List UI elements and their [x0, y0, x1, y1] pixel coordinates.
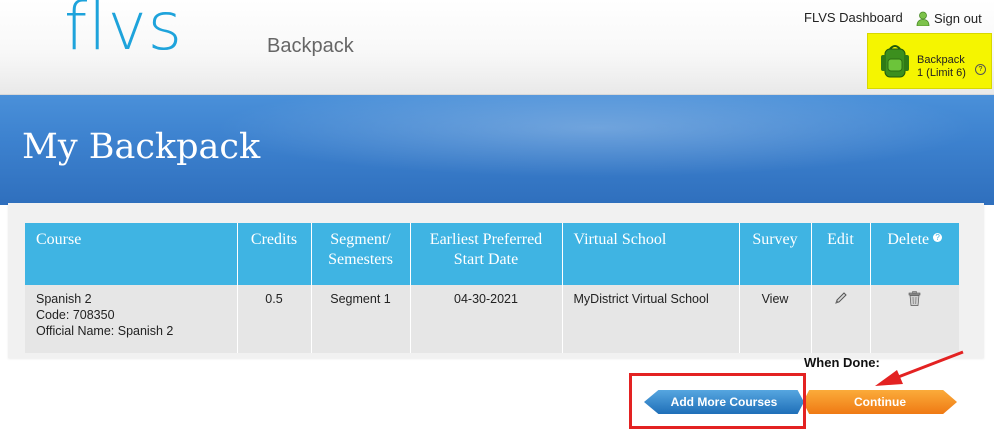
pencil-icon[interactable] — [834, 291, 848, 309]
page-banner: My Backpack — [0, 95, 994, 205]
backpack-widget[interactable]: Backpack 1 (Limit 6) ? — [867, 33, 992, 89]
course-official-name: Official Name: Spanish 2 — [36, 323, 229, 339]
course-code: Code: 708350 — [36, 307, 229, 323]
flvs-logo[interactable]: flvs — [64, 0, 183, 60]
column-header-survey: Survey — [739, 223, 811, 285]
backpack-widget-title: Backpack — [917, 54, 966, 67]
start-date-cell: 04-30-2021 — [410, 285, 562, 353]
trash-icon[interactable] — [908, 291, 921, 310]
column-header-start-date: Earliest PreferredStart Date — [410, 223, 562, 285]
continue-button[interactable]: Continue — [803, 390, 957, 414]
sign-out-link[interactable]: Sign out — [916, 11, 982, 29]
course-name: Spanish 2 — [36, 291, 229, 307]
column-header-edit: Edit — [811, 223, 870, 285]
backpack-widget-count: 1 (Limit 6) — [917, 67, 966, 80]
page-label: Backpack — [267, 35, 354, 58]
sign-out-label: Sign out — [934, 11, 982, 26]
survey-cell: View — [739, 285, 811, 353]
course-cell: Spanish 2 Code: 708350 Official Name: Sp… — [25, 285, 237, 353]
segment-cell: Segment 1 — [311, 285, 410, 353]
backpack-icon — [879, 43, 913, 84]
column-header-segment: Segment/Semesters — [311, 223, 410, 285]
table-header-row: Course Credits Segment/Semesters Earlies… — [25, 223, 959, 285]
when-done-label: When Done: — [804, 355, 880, 370]
survey-view-link[interactable]: View — [762, 292, 789, 306]
annotation-highlight-box — [629, 373, 806, 429]
header: flvs Backpack FLVS Dashboard Sign out Ba… — [0, 0, 994, 95]
credits-cell: 0.5 — [237, 285, 311, 353]
delete-help-icon[interactable]: ? — [933, 233, 942, 242]
column-header-credits: Credits — [237, 223, 311, 285]
page-title: My Backpack — [22, 127, 260, 167]
backpack-widget-text: Backpack 1 (Limit 6) — [917, 54, 966, 80]
user-icon — [916, 11, 930, 29]
backpack-table: Course Credits Segment/Semesters Earlies… — [25, 223, 959, 353]
delete-cell — [870, 285, 959, 353]
virtual-school-cell: MyDistrict Virtual School — [562, 285, 739, 353]
help-icon[interactable]: ? — [975, 64, 986, 75]
edit-cell — [811, 285, 870, 353]
table-row: Spanish 2 Code: 708350 Official Name: Sp… — [25, 285, 959, 353]
column-header-delete: Delete ? — [870, 223, 959, 285]
column-header-course: Course — [25, 223, 237, 285]
backpack-table-wrap: Course Credits Segment/Semesters Earlies… — [25, 223, 959, 353]
dashboard-link[interactable]: FLVS Dashboard — [804, 10, 903, 25]
column-header-virtual-school: Virtual School — [562, 223, 739, 285]
